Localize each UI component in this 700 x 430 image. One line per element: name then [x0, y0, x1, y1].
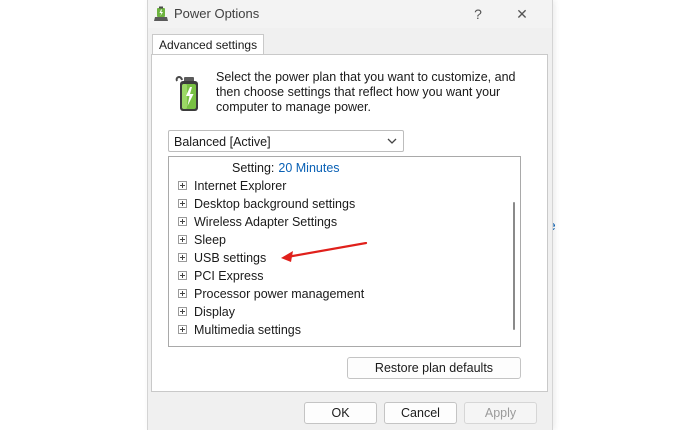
tab-advanced-settings[interactable]: Advanced settings [152, 34, 265, 55]
settings-tree[interactable]: Setting: 20 Minutes Internet Explorer Des… [168, 156, 521, 347]
tree-item-label: Wireless Adapter Settings [194, 214, 338, 229]
tree-item-sleep[interactable]: Sleep [178, 231, 226, 248]
tree-item-processor-power[interactable]: Processor power management [178, 285, 364, 302]
tree-item-label: Desktop background settings [194, 196, 356, 211]
tree-item-internet-explorer[interactable]: Internet Explorer [178, 177, 286, 194]
tree-item-label: Display [194, 304, 235, 319]
power-options-icon [154, 6, 168, 21]
background-window: n s 'u 'u ls re [538, 0, 700, 430]
expand-plus-icon[interactable] [178, 289, 187, 298]
cancel-button[interactable]: Cancel [384, 402, 457, 424]
tree-item-label: Sleep [194, 232, 226, 247]
close-button[interactable]: ✕ [506, 2, 538, 26]
power-plan-selected-value: Balanced [Active] [174, 135, 271, 149]
tree-item-label: Processor power management [194, 286, 365, 301]
setting-label: Setting: [232, 161, 275, 175]
expand-plus-icon[interactable] [178, 199, 187, 208]
tree-item-pci-express[interactable]: PCI Express [178, 267, 263, 284]
expand-plus-icon[interactable] [178, 325, 187, 334]
tree-item-wireless-adapter[interactable]: Wireless Adapter Settings [178, 213, 337, 230]
expand-plus-icon[interactable] [178, 217, 187, 226]
battery-plan-icon [175, 76, 198, 111]
expand-plus-icon[interactable] [178, 235, 187, 244]
tree-item-label: Multimedia settings [194, 322, 301, 337]
tree-scrollbar-thumb[interactable] [513, 202, 515, 330]
tree-item-usb-settings[interactable]: USB settings [178, 249, 266, 266]
advanced-settings-panel: Select the power plan that you want to c… [151, 54, 548, 392]
setting-row: Setting: 20 Minutes [232, 161, 340, 175]
plan-description: Select the power plan that you want to c… [216, 70, 516, 114]
expand-plus-icon[interactable] [178, 253, 187, 262]
tree-item-label: PCI Express [194, 268, 264, 283]
expand-plus-icon[interactable] [178, 307, 187, 316]
tree-item-label: Internet Explorer [194, 178, 287, 193]
expand-plus-icon[interactable] [178, 271, 187, 280]
title-bar[interactable]: Power Options ? ✕ [148, 0, 552, 28]
tree-item-multimedia[interactable]: Multimedia settings [178, 321, 301, 338]
restore-plan-defaults-button[interactable]: Restore plan defaults [347, 357, 521, 379]
tree-item-display[interactable]: Display [178, 303, 235, 320]
tree-item-label: USB settings [194, 250, 267, 265]
help-button[interactable]: ? [462, 2, 494, 26]
dialog-title: Power Options [174, 6, 260, 21]
apply-button[interactable]: Apply [464, 402, 537, 424]
power-options-dialog: Power Options ? ✕ Advanced settings Sele… [147, 0, 553, 430]
power-plan-dropdown[interactable]: Balanced [Active] [168, 130, 404, 152]
expand-plus-icon[interactable] [178, 181, 187, 190]
setting-value-link[interactable]: 20 Minutes [278, 161, 339, 175]
red-arrow-icon [281, 242, 368, 262]
tab-strip: Advanced settings [148, 34, 552, 56]
ok-button[interactable]: OK [304, 402, 377, 424]
chevron-down-icon [387, 138, 397, 144]
tree-item-desktop-background[interactable]: Desktop background settings [178, 195, 355, 212]
